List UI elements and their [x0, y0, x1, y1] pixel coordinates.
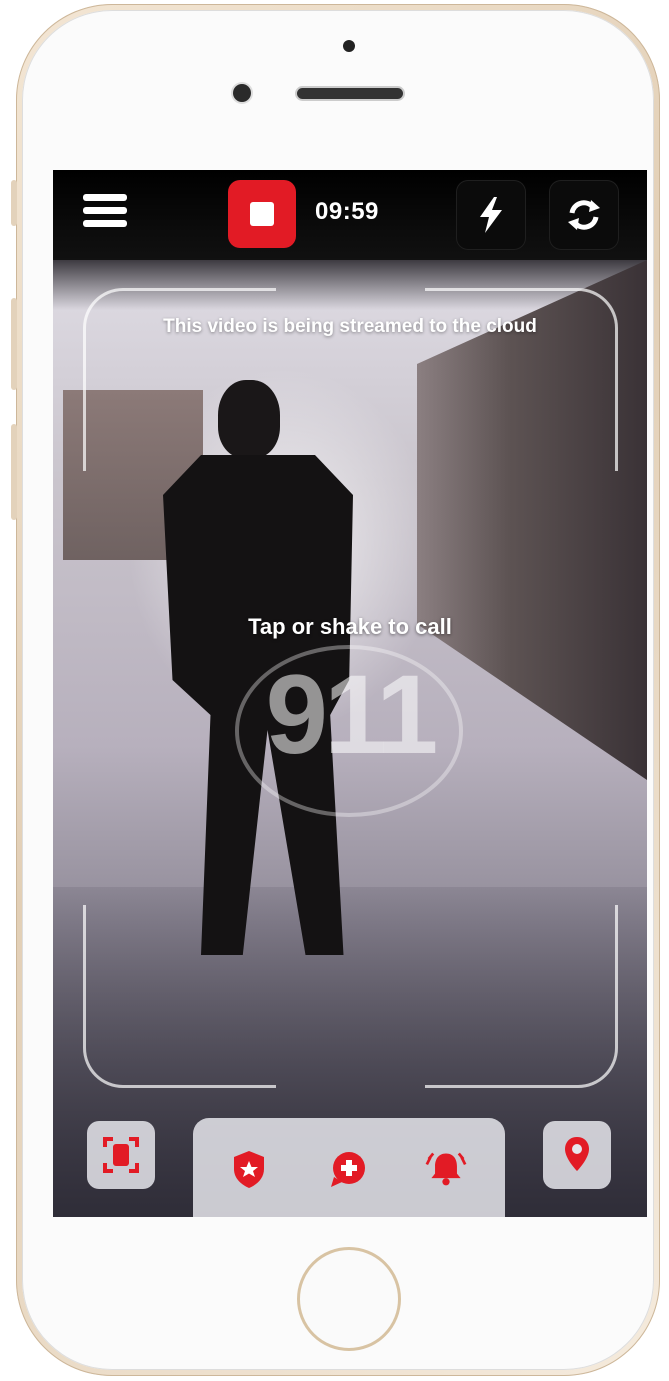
viewfinder-corner-bottom-right	[425, 905, 618, 1088]
stop-recording-button[interactable]	[228, 180, 296, 248]
stop-record-icon	[250, 202, 274, 226]
alert-tray	[193, 1118, 505, 1217]
proximity-sensor	[343, 40, 355, 52]
hamburger-menu-icon	[83, 194, 127, 201]
camera-switch-icon	[568, 200, 600, 230]
volume-up-button	[11, 298, 17, 390]
front-camera	[233, 84, 251, 102]
location-pin-icon	[565, 1137, 589, 1171]
recording-timer: 09:59	[315, 198, 379, 225]
top-toolbar: 09:59	[53, 170, 647, 260]
medical-chat-icon	[331, 1152, 365, 1187]
focus-button[interactable]	[87, 1121, 155, 1189]
lightning-bolt-icon	[480, 197, 502, 233]
mute-switch	[11, 180, 17, 226]
alarm-button[interactable]	[425, 1148, 467, 1190]
emergency-number: 911	[265, 652, 439, 777]
call-prompt: Tap or shake to call	[248, 614, 452, 639]
medical-button[interactable]	[327, 1148, 369, 1190]
switch-camera-button[interactable]	[549, 180, 619, 250]
home-button[interactable]	[297, 1247, 401, 1351]
alarm-bell-icon	[425, 1152, 467, 1186]
police-button[interactable]	[228, 1148, 270, 1190]
viewfinder-corner-bottom-left	[83, 905, 276, 1088]
location-button[interactable]	[543, 1121, 611, 1189]
police-badge-icon	[234, 1151, 264, 1188]
camera-screen[interactable]: 09:59 This video is being streamed to th…	[53, 170, 647, 1217]
volume-down-button	[11, 424, 17, 520]
menu-button[interactable]	[83, 194, 127, 238]
flash-button[interactable]	[456, 180, 526, 250]
earpiece-speaker	[297, 88, 403, 99]
focus-frame-icon	[103, 1137, 139, 1173]
stream-notice: This video is being streamed to the clou…	[163, 316, 537, 337]
